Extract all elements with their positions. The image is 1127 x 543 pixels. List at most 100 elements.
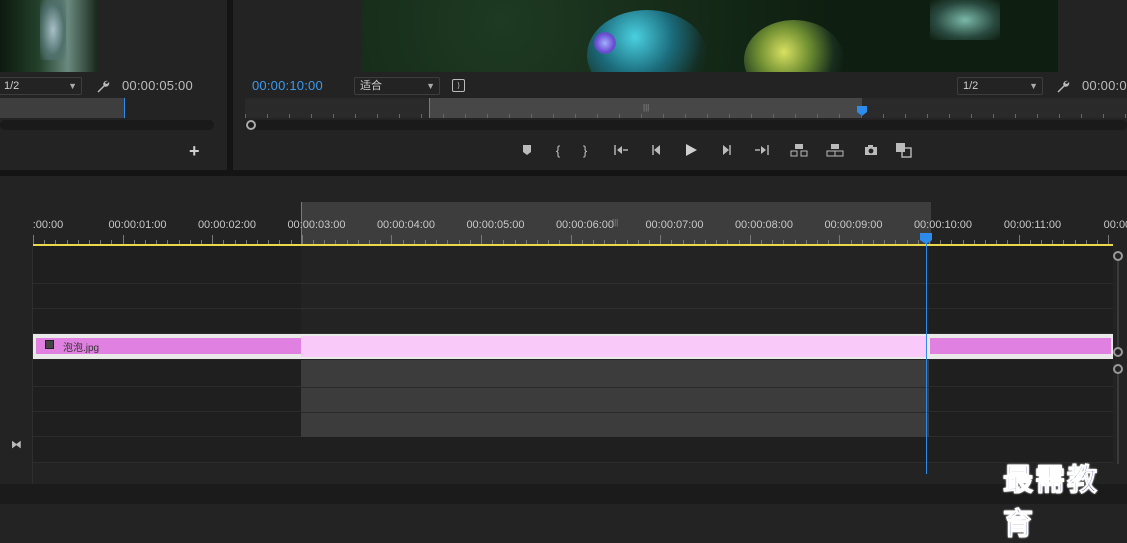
timeline-panel: ||| :00:00 00:00:01:00 00:00:02:00 00:00:03… [0,176,1127,504]
mini-tick [267,114,268,118]
ruler-tick [1018,235,1020,244]
mini-tick [553,114,554,118]
clip-label: 泡泡.jpg [63,343,100,354]
mini-tick [1081,114,1082,118]
playhead-line[interactable] [926,242,927,474]
program-scrollbar[interactable] [245,120,1127,130]
program-scrollbar-handle[interactable] [246,120,256,130]
wrench-icon[interactable] [92,76,114,96]
compare-view-button[interactable] [889,140,919,160]
ruler-tick-label: 00:00:06:00 [555,219,615,231]
chevron-down-icon: ▼ [68,81,77,91]
range-shade-upper [301,246,929,334]
mini-tick [399,114,400,118]
track-height-icon[interactable]: ⧓ [11,438,22,451]
chevron-down-icon: ▼ [426,81,435,91]
mini-tick [575,114,576,118]
mini-tick [289,114,290,118]
source-timecode: 00:00:05:00 [122,78,193,93]
mini-tick [817,114,818,118]
go-to-in-button[interactable] [601,140,643,160]
ruler-tick [481,235,482,244]
mini-tick [597,114,598,118]
step-back-button[interactable] [643,140,671,160]
mini-tick [619,114,620,118]
program-zoom-select[interactable]: 适合 ▼ [354,77,440,95]
ruler-tick [660,235,662,244]
transport-controls: { } [515,140,919,160]
mini-tick [1037,114,1038,118]
source-resolution-select[interactable]: 1/2 ▼ [0,77,82,95]
mini-tick [1125,114,1126,118]
ruler-tick-label: 00:00:02:00 [197,219,257,231]
ruler-tick-label: 00:00:10:00 [913,219,973,231]
mini-tick [311,114,312,118]
program-current-time[interactable]: 00:00:10:00 [252,78,323,93]
vertical-scroll-lower-handle[interactable] [1113,364,1123,374]
mini-tick [839,114,840,118]
program-resolution-select[interactable]: 1/2 ▼ [957,77,1043,95]
mini-tick [949,114,950,118]
mini-tick [971,114,972,118]
mini-tick [883,114,884,118]
ruler-tick-label: 00:00:03:00 [287,219,346,231]
source-scrollbar[interactable] [0,120,214,130]
ruler-tick [122,235,124,244]
ruler-tick [301,235,303,244]
mini-tick [729,114,730,118]
mini-tick [377,114,378,118]
ruler-tick [212,235,214,244]
clip-segment-right[interactable] [930,338,1111,354]
play-button[interactable] [671,140,711,160]
watermark-logo: 最需教育 [1003,463,1099,543]
horizontal-scrollbar[interactable] [0,484,1127,504]
ruler-tick-label: 00:00:1 [1103,219,1127,231]
mini-tick [905,114,906,118]
program-preview-image [362,0,1058,72]
mini-tick [487,114,488,118]
ruler-tick-label: 00:00:04:00 [376,219,436,231]
mini-tick [641,114,642,118]
mark-in-button-glyph[interactable]: { [547,140,569,160]
mark-out-button[interactable]: } [569,140,601,160]
settings-toggle-icon[interactable]: ⟩ [452,79,465,92]
program-mini-ticks [245,113,1127,118]
vertical-scroll-upper-handle[interactable] [1113,251,1123,261]
source-monitor-panel: 1/2 ▼ 00:00:05:00 + [0,0,227,170]
mini-tick [509,114,510,118]
program-resolution-value: 1/2 [963,80,979,92]
source-scrub-marker [124,98,125,118]
source-preview-image [0,0,97,72]
program-end-timecode: 00:00:0 [1082,78,1127,93]
step-forward-button[interactable] [711,140,741,160]
mini-tick [421,114,422,118]
range-shade-lower [301,360,929,437]
mini-tick [663,114,664,118]
mark-in-button[interactable] [539,140,547,160]
mini-tick [861,114,862,118]
vertical-scroll-mid-handle[interactable] [1113,347,1123,357]
mini-tick [355,114,356,118]
clip-bubbles[interactable]: 泡泡.jpg [33,334,1113,359]
mini-tick [927,114,928,118]
add-button[interactable]: + [189,141,200,162]
program-monitor-panel: 00:00:10:00 适合 ▼ ⟩ 1/2 ▼ 00:00:0 ||| { } [233,0,1127,170]
wrench-icon[interactable] [1052,76,1074,96]
mini-tick [773,114,774,118]
mini-tick [685,114,686,118]
add-marker-button[interactable] [515,140,539,160]
extract-button[interactable] [817,140,853,160]
ruler-tick [749,235,751,244]
export-frame-button[interactable] [853,140,889,160]
mini-tick [1015,114,1016,118]
lift-button[interactable] [781,140,817,160]
mini-tick [245,114,246,118]
ruler-tick-label: 00:00:07:00 [645,219,704,231]
master-track[interactable] [33,437,1113,463]
go-to-out-button[interactable] [741,140,781,160]
image-clip-icon [45,340,54,349]
clip-segment-selected[interactable] [301,336,927,357]
chevron-down-icon: ▼ [1029,81,1038,91]
source-scrub-bar[interactable] [0,98,125,118]
mini-tick [1059,114,1060,118]
